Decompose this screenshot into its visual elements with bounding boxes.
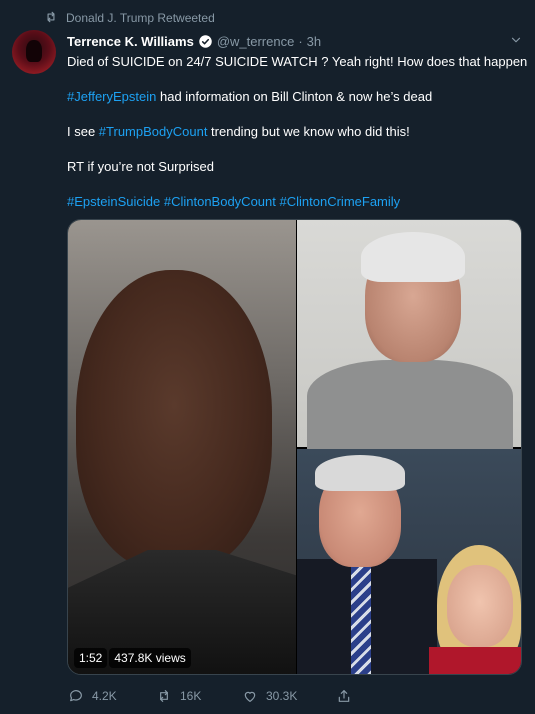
chevron-down-icon[interactable]: [509, 33, 523, 47]
retweet-context-text: Donald J. Trump Retweeted: [66, 11, 215, 25]
retweet-icon: [156, 688, 172, 704]
hashtag-line: #EpsteinSuicide #ClintonBodyCount #Clint…: [67, 193, 527, 210]
video-stats-badge: 1:52 437.8K views: [74, 648, 191, 668]
retweet-context: Donald J. Trump Retweeted: [44, 9, 215, 27]
timestamp[interactable]: 3h: [307, 34, 321, 49]
hashtag-link[interactable]: #TrumpBodyCount: [99, 124, 208, 139]
video-player[interactable]: [67, 219, 522, 675]
hashtag-link[interactable]: #EpsteinSuicide: [67, 194, 160, 209]
hashtag-link[interactable]: #ClintonBodyCount: [164, 194, 276, 209]
like-button[interactable]: 30.3K: [242, 688, 336, 704]
reply-icon: [68, 688, 84, 704]
display-name[interactable]: Terrence K. Williams: [67, 34, 194, 49]
retweet-icon: [44, 10, 58, 27]
video-thumbnail-mugshot: [297, 220, 521, 450]
like-count: 30.3K: [266, 689, 298, 703]
video-views: 437.8K views: [109, 648, 191, 668]
heart-icon: [242, 688, 258, 704]
share-icon: [336, 688, 352, 704]
retweet-count: 16K: [180, 689, 202, 703]
video-duration: 1:52: [74, 648, 108, 668]
handle[interactable]: @w_terrence: [217, 34, 295, 49]
hashtag-link[interactable]: #ClintonCrimeFamily: [280, 194, 401, 209]
video-thumbnail-speaker: [68, 220, 296, 674]
verified-badge-icon: [198, 34, 213, 49]
tweet-actions: 4.2K 16K 30.3K: [68, 686, 352, 706]
reply-button[interactable]: 4.2K: [68, 688, 156, 704]
tweet-line: I see #TrumpBodyCount trending but we kn…: [67, 124, 410, 139]
reply-count: 4.2K: [92, 689, 117, 703]
avatar[interactable]: [12, 30, 56, 74]
hashtag-link[interactable]: #JefferyEpstein: [67, 89, 156, 104]
tweet-line: #JefferyEpstein had information on Bill …: [67, 89, 433, 104]
tweet-header: Terrence K. Williams @w_terrence · 3h: [67, 31, 523, 51]
share-button[interactable]: [336, 688, 352, 704]
tweet-text: Died of SUICIDE on 24/7 SUICIDE WATCH ? …: [67, 53, 527, 228]
video-thumbnail-couple: [297, 449, 521, 674]
tweet-line: Died of SUICIDE on 24/7 SUICIDE WATCH ? …: [67, 54, 528, 69]
separator-dot: ·: [298, 33, 303, 49]
tweet-line: RT if you’re not Surprised: [67, 159, 214, 174]
retweet-button[interactable]: 16K: [156, 688, 242, 704]
